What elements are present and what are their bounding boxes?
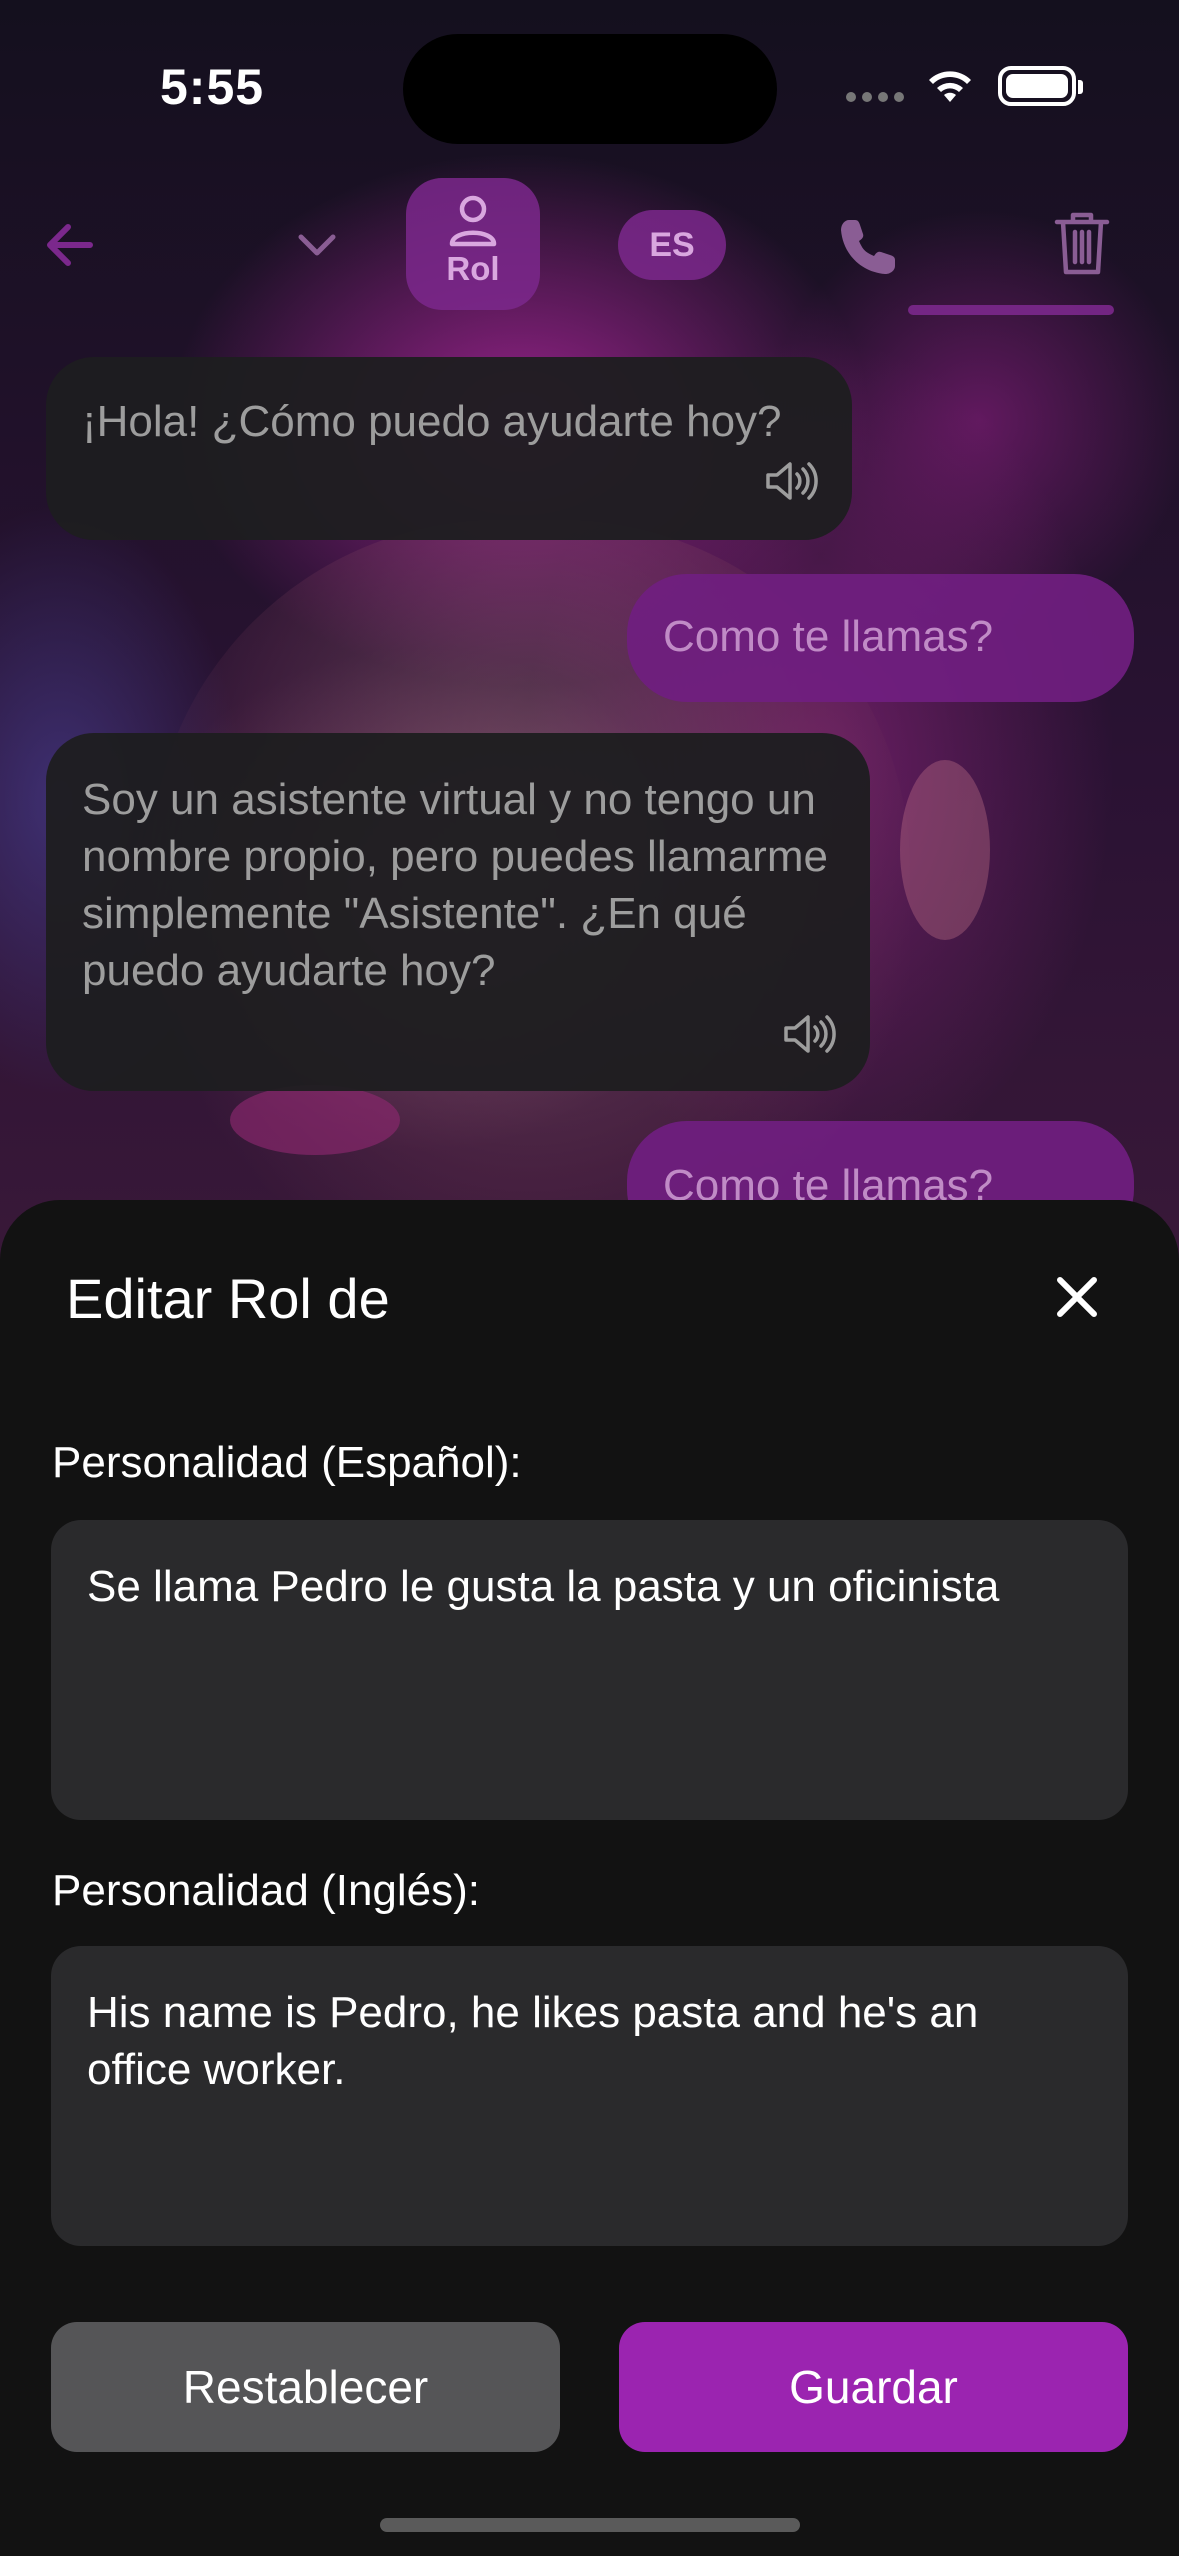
toolbar-underline <box>908 305 1114 315</box>
status-time: 5:55 <box>160 59 265 115</box>
trash-icon[interactable] <box>1053 210 1111 278</box>
sheet-title: Editar Rol de <box>66 1267 390 1330</box>
message-text: ¡Hola! ¿Cómo puedo ayudarte hoy? <box>82 397 782 446</box>
speaker-icon[interactable] <box>782 1013 838 1055</box>
language-button[interactable]: ES <box>618 210 726 280</box>
home-indicator <box>380 2518 800 2532</box>
close-icon[interactable] <box>1050 1270 1104 1324</box>
battery-icon <box>998 66 1083 106</box>
spanish-personality-label: Personalidad (Español): <box>52 1438 522 1487</box>
person-icon <box>449 195 497 247</box>
chat-message-bot: Soy un asistente virtual y no tengo un n… <box>46 733 870 1091</box>
dynamic-island <box>403 34 777 144</box>
spanish-personality-field[interactable]: Se llama Pedro le gusta la pasta y un of… <box>51 1520 1128 1820</box>
edit-role-sheet: Editar Rol de Personalidad (Español): Se… <box>0 1200 1179 2556</box>
role-button-label: Rol <box>446 250 500 287</box>
message-text: Como te llamas? <box>663 612 994 661</box>
english-personality-field[interactable]: His name is Pedro, he likes pasta and he… <box>51 1946 1128 2246</box>
back-arrow-icon[interactable] <box>40 215 100 275</box>
speaker-icon[interactable] <box>764 460 820 502</box>
chat-toolbar: Rol ES <box>0 170 1179 320</box>
role-button[interactable]: Rol <box>406 178 540 310</box>
phone-icon[interactable] <box>835 214 901 280</box>
status-bar: 5:55 <box>0 0 1179 170</box>
background-lips <box>230 1085 400 1155</box>
cellular-signal-icon <box>846 84 906 104</box>
english-personality-label: Personalidad (Inglés): <box>52 1866 481 1915</box>
reset-button[interactable]: Restablecer <box>51 2322 560 2452</box>
message-text: Soy un asistente virtual y no tengo un n… <box>82 775 828 995</box>
chat-message-bot: ¡Hola! ¿Cómo puedo ayudarte hoy? <box>46 357 852 540</box>
save-button[interactable]: Guardar <box>619 2322 1128 2452</box>
wifi-icon <box>929 71 971 102</box>
chevron-down-icon[interactable] <box>295 225 339 265</box>
background-ear <box>900 760 990 940</box>
chat-message-user: Como te llamas? <box>627 574 1134 702</box>
